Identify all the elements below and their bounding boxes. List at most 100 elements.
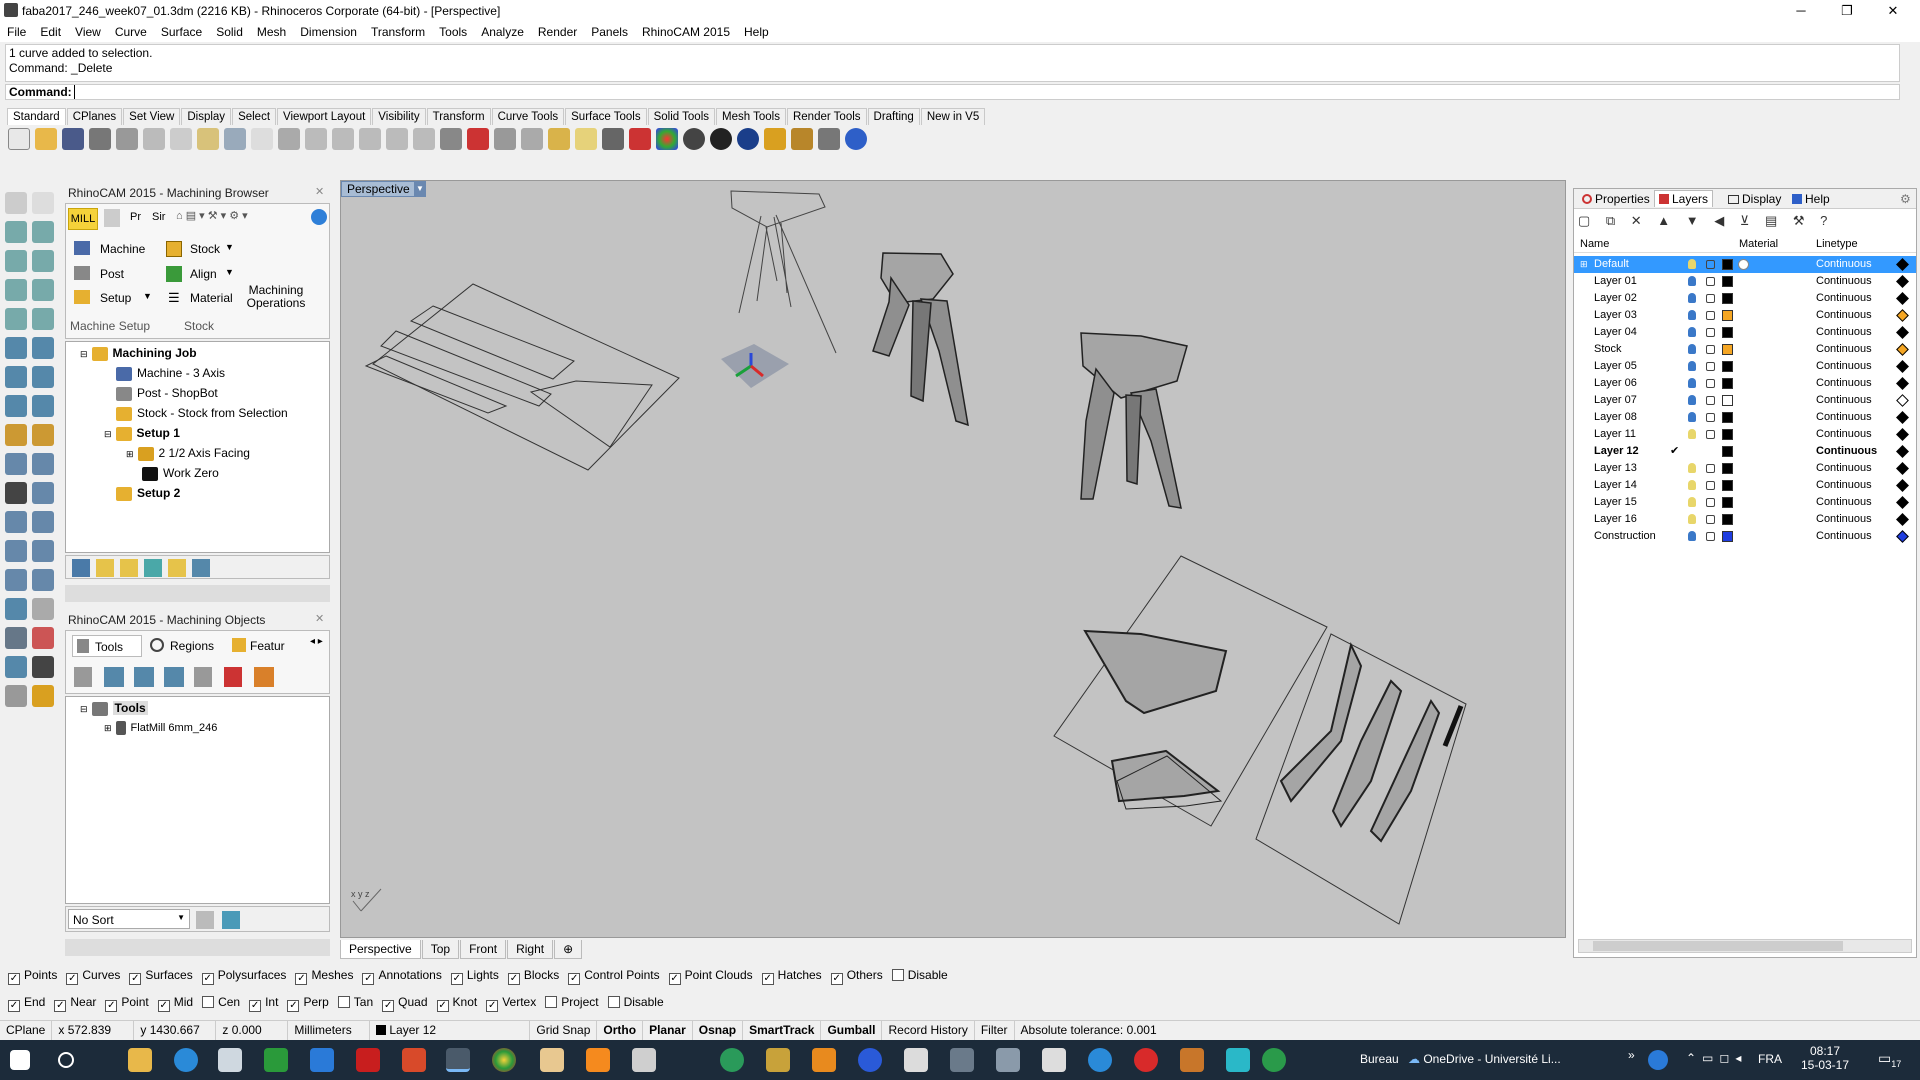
- layer-linetype[interactable]: Continuous: [1816, 256, 1872, 273]
- sort-order-icon[interactable]: [196, 911, 214, 929]
- checkbox-box[interactable]: ✓: [761, 973, 774, 985]
- lock-icon[interactable]: [602, 128, 624, 150]
- mill-button[interactable]: MILL: [68, 208, 98, 230]
- layer-linetype[interactable]: Continuous: [1816, 375, 1872, 392]
- tab-front[interactable]: Front: [460, 940, 507, 959]
- filter-blocks-checkbox[interactable]: ✓ Blocks: [507, 968, 559, 985]
- checkbox-box[interactable]: ✓: [507, 973, 520, 985]
- search-icon[interactable]: [58, 1052, 74, 1068]
- machining-operations-button[interactable]: Machining Operations: [246, 284, 306, 310]
- clock[interactable]: 08:17 15-03-17: [1800, 1044, 1850, 1072]
- layer-linetype[interactable]: Continuous: [1816, 528, 1872, 545]
- scrollbar-thumb[interactable]: [1593, 941, 1843, 951]
- app-icon[interactable]: [1134, 1048, 1158, 1072]
- layer-name[interactable]: Layer 03: [1594, 307, 1637, 324]
- circle-icon[interactable]: [5, 250, 27, 272]
- checkbox-box[interactable]: ✓: [249, 1000, 262, 1012]
- checkbox-box[interactable]: ✓: [830, 973, 843, 985]
- car-icon[interactable]: [467, 128, 489, 150]
- checkbox-box[interactable]: ✓: [450, 973, 463, 985]
- checkbox-box[interactable]: ✓: [8, 1000, 20, 1012]
- import-icon[interactable]: [116, 128, 138, 150]
- light-bulb-icon[interactable]: [1688, 497, 1696, 507]
- info-icon[interactable]: [168, 559, 186, 577]
- app-green-icon[interactable]: [264, 1048, 288, 1072]
- dimension-tool-icon[interactable]: [32, 598, 54, 620]
- select-arrow-icon[interactable]: [5, 192, 27, 214]
- light-bulb-icon[interactable]: [1688, 480, 1696, 490]
- filter-annotations-checkbox[interactable]: ✓ Annotations: [362, 968, 442, 985]
- tab-perspective[interactable]: Perspective: [340, 940, 421, 959]
- checkbox-box[interactable]: ✓: [295, 973, 308, 985]
- tab-scroll-arrows[interactable]: ◂ ▸: [310, 636, 323, 647]
- checkbox-box[interactable]: ✓: [66, 973, 79, 985]
- print-color-icon[interactable]: [1896, 292, 1909, 305]
- layer-linetype[interactable]: Continuous: [1816, 511, 1872, 528]
- menu-view[interactable]: View: [68, 22, 108, 42]
- filter-disable-checkbox[interactable]: Disable: [891, 968, 948, 982]
- point-icon[interactable]: [32, 192, 54, 214]
- lock-icon[interactable]: [1706, 277, 1715, 286]
- checkbox-box[interactable]: ✓: [436, 1000, 449, 1012]
- box-icon[interactable]: [5, 366, 27, 388]
- objects-close-icon[interactable]: ✕: [315, 612, 324, 625]
- tool-settings-icon[interactable]: [254, 667, 274, 687]
- light-bulb-icon[interactable]: [1688, 395, 1696, 405]
- tree-node-flatmill[interactable]: ⊞ FlatMill 6mm_246: [104, 721, 217, 735]
- layer-color-swatch[interactable]: [1722, 514, 1733, 525]
- explode-icon[interactable]: [32, 482, 54, 504]
- checkbox-box[interactable]: ✓: [287, 1000, 300, 1012]
- lock-icon[interactable]: [1706, 464, 1715, 473]
- app-red-icon[interactable]: [402, 1048, 426, 1072]
- scale-icon[interactable]: [32, 540, 54, 562]
- close-button[interactable]: ✕: [1870, 0, 1916, 22]
- mill-tool-icon[interactable]: [74, 667, 92, 687]
- app-icon[interactable]: [1262, 1048, 1286, 1072]
- layer-color-swatch[interactable]: [1722, 327, 1733, 338]
- new-icon[interactable]: [8, 128, 30, 150]
- tab-viewport-layout[interactable]: Viewport Layout: [277, 108, 372, 125]
- tool-edit-icon[interactable]: [164, 667, 184, 687]
- print-color-icon[interactable]: [1896, 258, 1909, 271]
- tray-overflow-icon[interactable]: »: [1628, 1048, 1635, 1062]
- select-icon[interactable]: [548, 128, 570, 150]
- light-bulb-icon[interactable]: [1688, 429, 1696, 439]
- filter-polysurfaces-checkbox[interactable]: ✓ Polysurfaces: [201, 968, 286, 985]
- layer-name[interactable]: Construction: [1594, 528, 1656, 545]
- cut-icon[interactable]: [143, 128, 165, 150]
- layer-linetype[interactable]: Continuous: [1816, 460, 1872, 477]
- layer-color-swatch[interactable]: [1722, 361, 1733, 372]
- status-layer[interactable]: Layer 12: [370, 1021, 531, 1040]
- light-icon[interactable]: [32, 685, 54, 707]
- help-tray-icon[interactable]: [1648, 1050, 1668, 1070]
- check-icon[interactable]: [32, 656, 54, 678]
- tree-node-facing[interactable]: ⊞ 2 1/2 Axis Facing: [126, 446, 250, 461]
- checkbox-box[interactable]: [337, 996, 350, 1008]
- gumball-toggle[interactable]: Gumball: [821, 1021, 883, 1040]
- menu-analyze[interactable]: Analyze: [474, 22, 531, 42]
- layer-row[interactable]: Layer 01 Continuous: [1574, 273, 1916, 290]
- checkbox-box[interactable]: ✓: [8, 973, 20, 985]
- print-color-icon[interactable]: [1896, 513, 1909, 526]
- app-icon[interactable]: [720, 1048, 744, 1072]
- checkbox-box[interactable]: ✓: [486, 1000, 499, 1012]
- layer-color-swatch[interactable]: [1722, 463, 1733, 474]
- layer-name[interactable]: Layer 13: [1594, 460, 1637, 477]
- app-icon[interactable]: [904, 1048, 928, 1072]
- stock-button[interactable]: Stock: [190, 242, 220, 256]
- join-icon[interactable]: [5, 482, 27, 504]
- layer-linetype[interactable]: Continuous: [1816, 324, 1872, 341]
- project-icon[interactable]: [5, 656, 27, 678]
- tab-display[interactable]: Display: [181, 108, 232, 125]
- plane-icon[interactable]: [494, 128, 516, 150]
- render-tool-icon[interactable]: [5, 685, 27, 707]
- render-sphere-icon[interactable]: [710, 128, 732, 150]
- tool-add-icon[interactable]: [134, 667, 154, 687]
- app-icon[interactable]: [1226, 1048, 1250, 1072]
- status-cplane[interactable]: CPlane: [0, 1021, 53, 1040]
- paste-icon[interactable]: [197, 128, 219, 150]
- help-icon[interactable]: [845, 128, 867, 150]
- tab-top[interactable]: Top: [421, 940, 460, 959]
- shaded-sphere-icon[interactable]: [683, 128, 705, 150]
- checkbox-box[interactable]: ✓: [129, 973, 142, 985]
